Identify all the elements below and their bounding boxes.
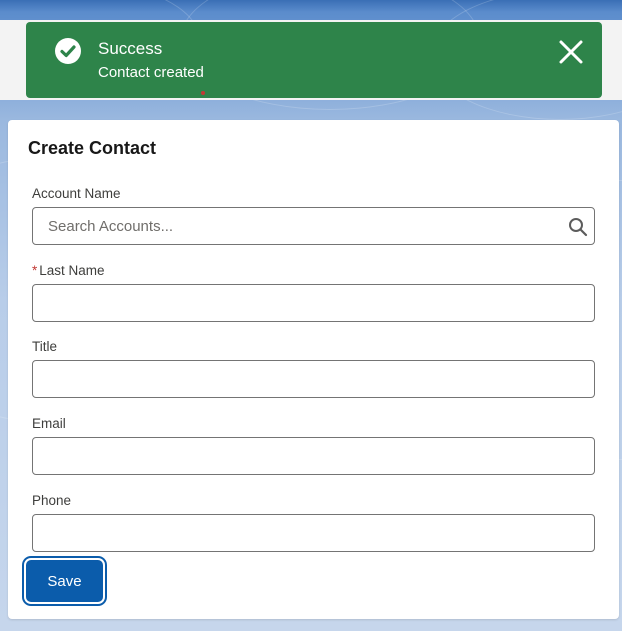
email-label: Email (32, 416, 66, 431)
toast-message: Contact created (98, 64, 204, 81)
account-search-input[interactable] (32, 207, 595, 245)
check-circle-icon (55, 38, 81, 64)
title-label: Title (32, 339, 58, 354)
phone-label: Phone (32, 493, 72, 508)
save-button[interactable]: Save (26, 560, 103, 602)
last-name-field[interactable] (32, 284, 595, 322)
title-field[interactable] (32, 360, 595, 398)
search-icon[interactable] (568, 217, 588, 237)
close-icon[interactable] (558, 39, 584, 65)
success-toast: Success Contact created (26, 22, 602, 98)
create-contact-card: Create Contact Account Name *Last Name T… (8, 120, 619, 619)
account-name-label: Account Name (32, 186, 121, 201)
phone-field[interactable] (32, 514, 595, 552)
toast-title: Success (98, 39, 163, 58)
page-title: Create Contact (28, 138, 157, 158)
required-asterisk: * (32, 263, 38, 278)
last-name-label: * Last Name (32, 263, 105, 278)
last-name-label-text: Last Name (39, 263, 105, 278)
email-field[interactable] (32, 437, 595, 475)
red-indicator-dot (201, 91, 205, 95)
